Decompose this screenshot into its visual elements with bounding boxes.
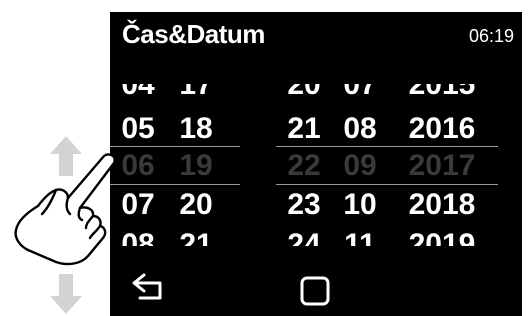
device-screen: Čas&Datum 06:19 04 05 06 07 08 17 18 19 … <box>110 12 522 316</box>
month-column[interactable]: 07 08 09 10 11 <box>338 84 382 246</box>
month-cell[interactable]: 08 <box>338 114 382 144</box>
date-selection-bottom-line <box>276 184 498 185</box>
month-cell[interactable]: 11 <box>338 230 382 247</box>
minute-column[interactable]: 17 18 19 20 21 <box>174 84 218 246</box>
back-arrow-icon <box>132 273 162 300</box>
minute-cell[interactable]: 20 <box>174 190 218 220</box>
month-cell[interactable]: 07 <box>338 84 382 100</box>
day-cell[interactable]: 21 <box>282 114 326 144</box>
date-time-picker[interactable]: 04 05 06 07 08 17 18 19 20 21 20 21 22 2… <box>110 84 522 246</box>
header: Čas&Datum 06:19 <box>110 12 522 58</box>
year-cell-selected[interactable]: 2017 <box>402 151 482 181</box>
month-cell[interactable]: 10 <box>338 190 382 220</box>
year-cell[interactable]: 2015 <box>402 84 482 100</box>
time-selection-top-line <box>110 146 240 147</box>
arrow-down-icon[interactable] <box>48 272 84 316</box>
minute-cell-selected[interactable]: 19 <box>174 151 218 181</box>
day-cell[interactable]: 24 <box>282 230 326 247</box>
day-cell-selected[interactable]: 22 <box>282 151 326 181</box>
back-button[interactable] <box>130 272 170 302</box>
home-square-icon <box>300 276 330 306</box>
hour-cell[interactable]: 04 <box>118 84 158 100</box>
minute-cell[interactable]: 21 <box>174 230 218 247</box>
hour-cell[interactable]: 05 <box>118 114 158 144</box>
time-selection-bottom-line <box>110 184 240 185</box>
day-cell[interactable]: 23 <box>282 190 326 220</box>
minute-cell[interactable]: 18 <box>174 114 218 144</box>
minute-cell[interactable]: 17 <box>174 84 218 100</box>
day-cell[interactable]: 20 <box>282 84 326 100</box>
page-title: Čas&Datum <box>122 19 265 49</box>
clock: 06:19 <box>468 26 514 46</box>
home-button[interactable] <box>300 276 330 306</box>
hand-pointer-icon <box>14 153 116 266</box>
year-column[interactable]: 2015 2016 2017 2018 2019 <box>402 84 482 246</box>
year-cell[interactable]: 2019 <box>402 230 482 247</box>
month-cell-selected[interactable]: 09 <box>338 151 382 181</box>
year-cell[interactable]: 2016 <box>402 114 482 144</box>
date-selection-top-line <box>276 146 498 147</box>
day-column[interactable]: 20 21 22 23 24 <box>282 84 326 246</box>
year-cell[interactable]: 2018 <box>402 190 482 220</box>
